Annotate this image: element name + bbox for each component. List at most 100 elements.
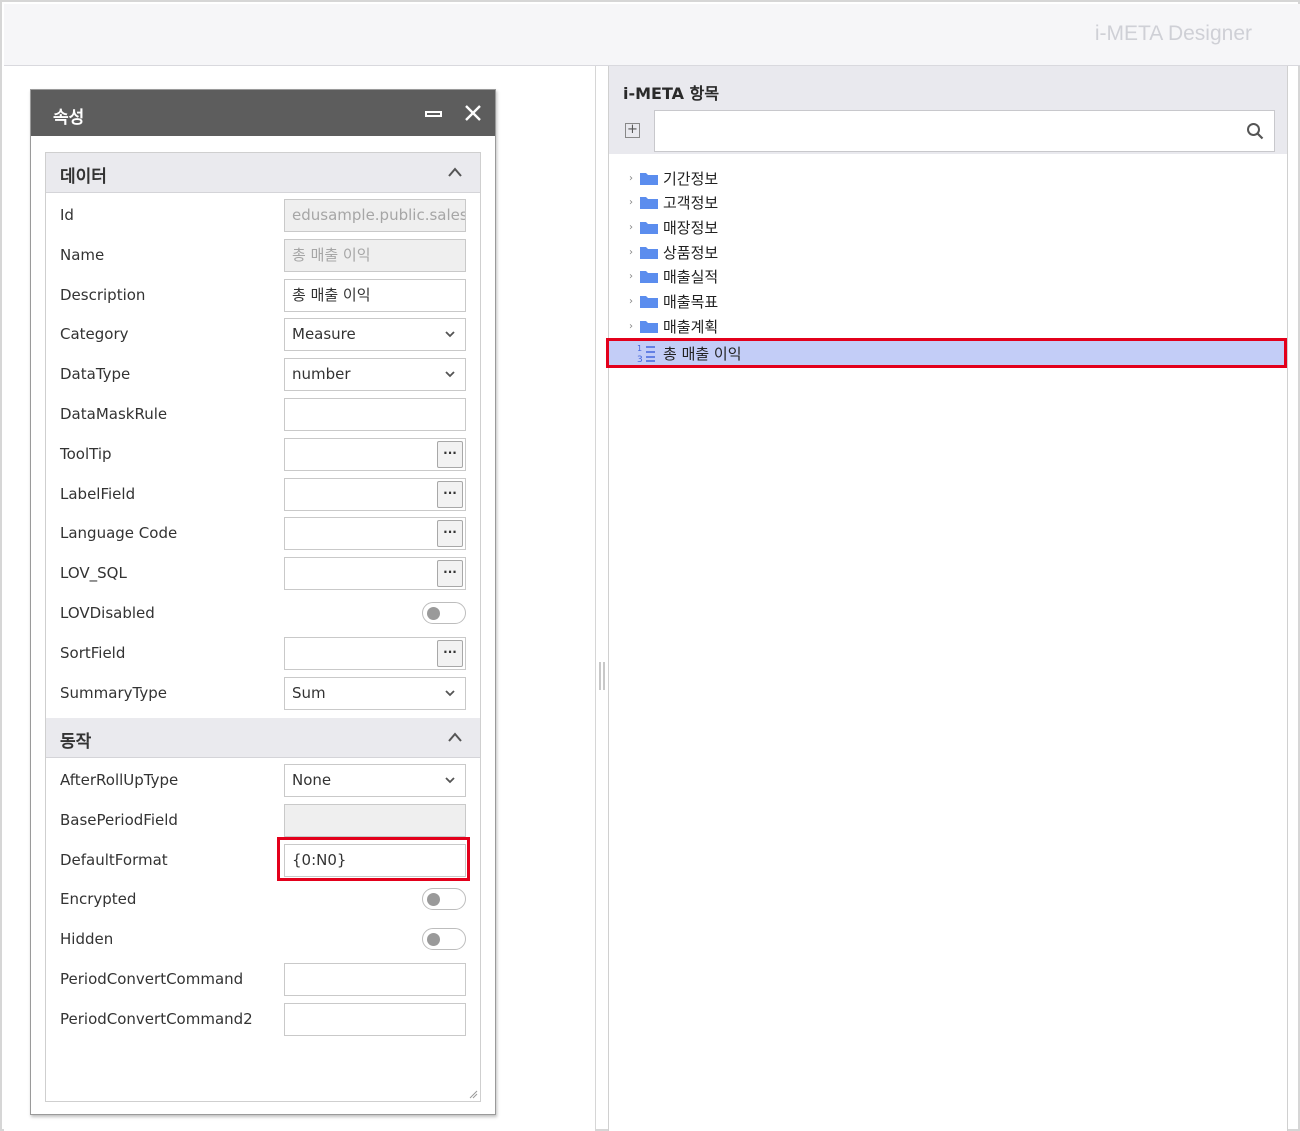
search-input[interactable]	[655, 111, 1240, 151]
chevron-down-icon[interactable]	[445, 330, 455, 338]
close-icon[interactable]	[463, 103, 483, 123]
svg-text:3: 3	[637, 355, 643, 363]
tooltip-field[interactable]: ···	[284, 437, 466, 471]
property-label: AfterRollUpType	[60, 771, 179, 789]
tree-item-label: 상품정보	[663, 243, 719, 262]
lovdisabled-toggle[interactable]	[422, 602, 466, 624]
toggle-knob	[427, 893, 440, 907]
tree-folder-item[interactable]: › 매출실적	[625, 265, 718, 289]
meta-panel-title: i-META 항목	[623, 84, 720, 103]
language-code-field[interactable]: ···	[284, 517, 466, 551]
toggle-knob	[427, 607, 440, 620]
hidden-toggle[interactable]	[422, 928, 466, 951]
numeric-measure-icon: 13	[637, 344, 655, 363]
property-label: PeriodConvertCommand	[60, 970, 244, 988]
lov-sql-field[interactable]: ···	[284, 557, 466, 591]
tree-item-label: 매출목표	[663, 293, 719, 311]
ellipsis-button[interactable]: ···	[437, 480, 463, 508]
dialog-titlebar[interactable]: 속성	[31, 90, 495, 136]
tree-item-label: 기간정보	[663, 169, 719, 188]
property-label: ToolTip	[60, 444, 112, 463]
chevron-right-icon[interactable]: ›	[625, 321, 637, 332]
tree-item-label: 고객정보	[663, 194, 719, 213]
chevron-right-icon[interactable]: ›	[625, 173, 637, 184]
splitter-handle[interactable]	[599, 662, 605, 690]
app-window: i-META Designer i-META 항목 + › 기간정보 › 고객정보 › 매…	[0, 0, 1300, 1131]
property-label: DefaultFormat	[60, 850, 168, 869]
property-label: SummaryType	[60, 683, 167, 702]
folder-icon	[640, 246, 658, 259]
summarytype-select[interactable]: Sum	[284, 676, 466, 710]
property-label: LabelField	[60, 484, 136, 503]
chevron-right-icon[interactable]: ›	[625, 197, 637, 208]
property-label: DataMaskRule	[60, 405, 168, 423]
tree-folder-item[interactable]: › 기간정보	[625, 166, 718, 190]
expand-all-icon[interactable]: +	[625, 123, 640, 138]
chevron-right-icon[interactable]: ›	[625, 296, 637, 307]
property-grid: 데이터 Id edusample.public.sales Name 총 매출 이익 De…	[45, 152, 481, 1102]
section-title: 동작	[60, 732, 92, 752]
resize-grip-icon[interactable]	[468, 1089, 478, 1099]
folder-icon	[640, 197, 658, 210]
chevron-right-icon[interactable]: ›	[625, 222, 637, 233]
baseperiodfield-field	[284, 803, 466, 837]
chevron-right-icon[interactable]: ›	[625, 271, 637, 282]
tree-folder-item[interactable]: › 상품정보	[625, 240, 718, 264]
tree-item-label: 매출실적	[663, 268, 719, 287]
section-header-behavior[interactable]: 동작	[46, 718, 480, 758]
property-label: Language Code	[60, 524, 178, 543]
chevron-down-icon[interactable]	[445, 776, 455, 784]
ellipsis-button[interactable]: ···	[437, 639, 463, 667]
tree-folder-item[interactable]: › 매장정보	[625, 215, 718, 239]
meta-panel-header: i-META 항목 +	[609, 66, 1287, 154]
datatype-select[interactable]: number	[284, 358, 466, 392]
field-value: number	[292, 365, 351, 384]
dialog-title: 속성	[53, 108, 85, 128]
property-label: Name	[60, 245, 105, 264]
category-select[interactable]: Measure	[284, 318, 466, 352]
folder-icon	[640, 296, 658, 308]
property-label: SortField	[60, 643, 126, 662]
labelfield-field[interactable]: ···	[284, 477, 466, 511]
chevron-down-icon[interactable]	[445, 370, 455, 378]
search-icon[interactable]	[1246, 122, 1264, 140]
property-label: Description	[60, 285, 146, 304]
ellipsis-button[interactable]: ···	[437, 440, 463, 468]
tree-selected-item[interactable]: 13총 매출 이익	[606, 338, 1287, 368]
sortfield-field[interactable]: ···	[284, 636, 466, 670]
section-header-data[interactable]: 데이터	[46, 153, 480, 193]
minimize-icon[interactable]	[425, 111, 442, 117]
meta-panel: i-META 항목 + › 기간정보 › 고객정보 › 매장정보 › 상품정보 › 매출실적 › 매출…	[606, 66, 1288, 1131]
folder-icon	[640, 320, 658, 333]
description-field[interactable]: 총 매출 이익	[284, 278, 466, 312]
name-field: 총 매출 이익	[284, 238, 466, 272]
tree-folder-item[interactable]: › 매출목표	[625, 290, 718, 314]
tree-item-label: 매장정보	[663, 218, 719, 237]
search-box	[654, 110, 1275, 152]
periodconvertcommand-field[interactable]	[284, 963, 466, 996]
chevron-up-icon[interactable]	[448, 167, 462, 177]
property-label: Id	[60, 206, 74, 224]
tree-folder-item[interactable]: › 고객정보	[625, 191, 718, 215]
periodconvertcommand2-field[interactable]	[284, 1002, 466, 1036]
chevron-right-icon[interactable]: ›	[625, 247, 637, 258]
tree-folder-item[interactable]: › 매출계획	[625, 314, 718, 338]
field-value: edusample.public.sales	[292, 206, 466, 224]
afterrolluptype-select[interactable]: None	[284, 764, 466, 797]
field-value: 총 매출 이익	[292, 285, 371, 304]
property-label: LOVDisabled	[60, 604, 155, 622]
highlight-box	[277, 837, 470, 881]
encrypted-toggle[interactable]	[422, 888, 466, 911]
ellipsis-button[interactable]: ···	[437, 560, 463, 588]
datamaskrule-field[interactable]	[284, 398, 466, 431]
folder-icon	[640, 172, 658, 185]
app-title: i-META Designer	[1094, 22, 1252, 45]
property-label: BasePeriodField	[60, 810, 178, 829]
svg-text:1: 1	[637, 344, 642, 353]
section-title: 데이터	[60, 167, 107, 187]
top-bar: i-META Designer	[4, 4, 1300, 66]
chevron-up-icon[interactable]	[448, 732, 462, 742]
chevron-down-icon[interactable]	[445, 689, 455, 697]
toggle-knob	[427, 933, 440, 947]
ellipsis-button[interactable]: ···	[437, 520, 463, 548]
